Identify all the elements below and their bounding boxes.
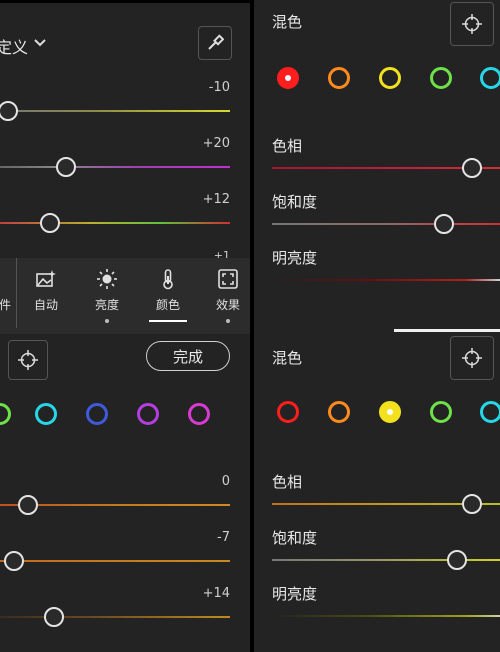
target-icon[interactable]: [8, 340, 48, 380]
slider-track[interactable]: [0, 110, 230, 112]
chevron-down-icon[interactable]: [34, 38, 46, 48]
auto-image-icon: [36, 270, 56, 287]
mix-title: 混色: [272, 349, 303, 367]
slider-thumb[interactable]: [44, 607, 64, 627]
tab-indicator-dot: [105, 319, 109, 323]
slider-track[interactable]: [0, 222, 230, 224]
tab-indicator-dot: [226, 319, 230, 323]
mix-title: 混色: [272, 13, 303, 31]
color-swatch-green[interactable]: [0, 403, 11, 425]
color-swatch-red[interactable]: [277, 67, 299, 89]
done-button[interactable]: 完成: [146, 341, 230, 371]
slider-thumb[interactable]: [0, 101, 18, 121]
right-bottom-panel: 混色 色相 饱和度 明亮度: [254, 334, 500, 652]
color-swatch-purple[interactable]: [137, 403, 159, 425]
slider-value: 0: [221, 474, 230, 489]
scroll-indicator: [394, 329, 500, 332]
tab-label: 颜色: [155, 298, 180, 312]
slider-thumb[interactable]: [56, 157, 76, 177]
hue-label: 色相: [272, 473, 303, 491]
tab-label: 效果: [215, 298, 240, 312]
color-swatch-green[interactable]: [430, 67, 452, 89]
slider-track[interactable]: [0, 166, 230, 168]
sun-icon: [97, 269, 117, 289]
hue-slider-thumb[interactable]: [462, 158, 482, 178]
slider-value: -7: [217, 530, 230, 545]
saturation-slider-track[interactable]: [272, 223, 500, 225]
tab-light[interactable]: 亮度: [82, 266, 132, 326]
top-edge: [0, 0, 250, 3]
tab-effects[interactable]: 效果: [203, 266, 250, 326]
hue-label: 色相: [272, 137, 303, 155]
tab-color[interactable]: 颜色: [143, 266, 193, 326]
thermometer-icon: [163, 269, 173, 290]
luminance-label: 明亮度: [272, 585, 318, 603]
tab-label: 亮度: [94, 298, 119, 312]
slider-value: +12: [202, 192, 230, 207]
tab-label: 自动: [33, 298, 58, 312]
slider-thumb[interactable]: [4, 551, 24, 571]
color-swatch-orange[interactable]: [328, 67, 350, 89]
tab-auto[interactable]: 自动: [21, 266, 71, 326]
saturation-label: 饱和度: [272, 193, 318, 211]
color-swatch-yellow[interactable]: [379, 67, 401, 89]
left-top-panel: 定义 -10 +20 +12 +1 件 自动 亮度 颜色 效果: [0, 0, 250, 334]
color-swatch-green[interactable]: [430, 401, 452, 423]
left-bottom-panel: 完成 0 -7 +14: [0, 334, 250, 652]
slider-value: -10: [208, 80, 230, 95]
slider-value: +20: [202, 136, 230, 151]
selected-dot: [285, 75, 291, 81]
target-icon[interactable]: [450, 336, 494, 380]
luminance-slider-track[interactable]: [272, 615, 500, 617]
right-top-panel: 混色 色相 饱和度 明亮度: [254, 0, 500, 334]
eyedropper-icon[interactable]: [198, 26, 232, 60]
slider-thumb[interactable]: [40, 213, 60, 233]
color-swatch-magenta[interactable]: [188, 403, 210, 425]
slider-track[interactable]: [0, 560, 230, 562]
selected-dot: [387, 409, 393, 415]
luminance-label: 明亮度: [272, 249, 318, 267]
slider-thumb[interactable]: [18, 495, 38, 515]
done-label: 完成: [172, 347, 203, 366]
active-tab-underline: [149, 320, 187, 322]
color-swatch-aqua[interactable]: [480, 401, 500, 423]
hue-slider-thumb[interactable]: [462, 494, 482, 514]
saturation-slider-thumb[interactable]: [434, 214, 454, 234]
target-icon[interactable]: [450, 2, 494, 46]
luminance-slider-track[interactable]: [272, 279, 500, 281]
saturation-label: 饱和度: [272, 529, 318, 547]
color-swatch-red[interactable]: [277, 401, 299, 423]
slider-track[interactable]: [0, 616, 230, 618]
color-swatch-orange[interactable]: [328, 401, 350, 423]
slider-value: +14: [202, 586, 230, 601]
color-swatch-aqua[interactable]: [480, 67, 500, 89]
saturation-slider-thumb[interactable]: [447, 550, 467, 570]
frame-icon: [218, 269, 238, 289]
color-swatch-yellow[interactable]: [379, 401, 401, 423]
preset-label[interactable]: 定义: [0, 34, 28, 58]
color-swatch-aqua[interactable]: [35, 403, 57, 425]
color-swatch-blue[interactable]: [86, 403, 108, 425]
